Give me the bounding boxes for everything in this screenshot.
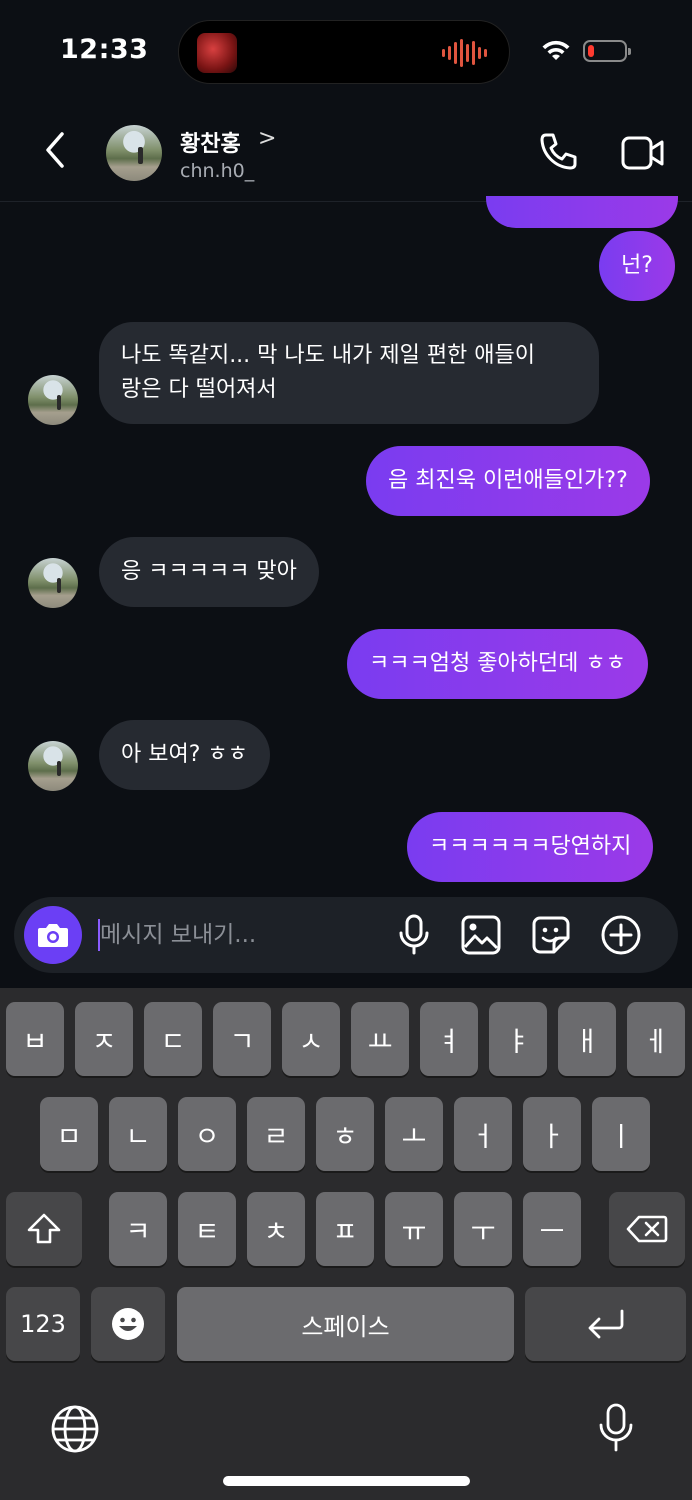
microphone-icon[interactable] xyxy=(396,914,432,956)
back-chevron-icon[interactable] xyxy=(40,130,70,170)
key[interactable]: ㅇ xyxy=(178,1097,236,1171)
status-time: 12:33 xyxy=(60,34,149,65)
key[interactable]: ㅑ xyxy=(489,1002,547,1076)
emoji-icon xyxy=(112,1308,144,1340)
add-circle-icon[interactable] xyxy=(600,914,642,956)
message-text: ㅋㅋㅋ엄청 좋아하던데 ㅎㅎ xyxy=(369,651,626,676)
key[interactable]: ㅗ xyxy=(385,1097,443,1171)
message-text: 응 ㅋㅋㅋㅋㅋ 맞아 xyxy=(121,559,297,584)
key[interactable]: ㄹ xyxy=(247,1097,305,1171)
korean-keyboard: ㅂ ㅈ ㄷ ㄱ ㅅ ㅛ ㅕ ㅑ ㅐ ㅔ ㅁ ㄴ ㅇ ㄹ ㅎ ㅗ ㅓ ㅏ ㅣ ㅋ … xyxy=(0,988,692,1500)
key[interactable]: ㅐ xyxy=(558,1002,616,1076)
backspace-key[interactable] xyxy=(609,1192,685,1266)
contact-handle[interactable]: chn.h0_ xyxy=(180,160,254,182)
message-input[interactable] xyxy=(98,917,378,953)
emoji-key[interactable] xyxy=(91,1287,165,1361)
key[interactable]: ㅠ xyxy=(385,1192,443,1266)
sticker-icon[interactable] xyxy=(530,914,572,956)
message-composer xyxy=(14,897,678,973)
sender-avatar[interactable] xyxy=(28,375,78,425)
key[interactable]: ㅁ xyxy=(40,1097,98,1171)
camera-button[interactable] xyxy=(24,906,82,964)
contact-avatar[interactable] xyxy=(106,125,162,181)
message-text-line: 랑은 다 떨어져서 xyxy=(121,377,277,402)
key[interactable]: ㄱ xyxy=(213,1002,271,1076)
message-outgoing[interactable]: ㅋㅋㅋㅋㅋㅋ당연하지 xyxy=(407,812,654,882)
message-text-line: 나도 똑같지... 막 나도 내가 제일 편한 애들이 xyxy=(121,343,536,368)
message-incoming[interactable]: 응 ㅋㅋㅋㅋㅋ 맞아 xyxy=(99,537,319,607)
backspace-icon xyxy=(626,1215,668,1243)
numbers-key[interactable]: 123 xyxy=(6,1287,80,1361)
key[interactable]: ㅕ xyxy=(420,1002,478,1076)
space-key[interactable]: 스페이스 xyxy=(177,1287,514,1361)
sender-avatar[interactable] xyxy=(28,558,78,608)
key[interactable]: ㅔ xyxy=(627,1002,685,1076)
key[interactable]: ㅛ xyxy=(351,1002,409,1076)
contact-name[interactable]: 황찬홍 xyxy=(180,126,241,158)
key[interactable]: ㅌ xyxy=(178,1192,236,1266)
phone-icon[interactable] xyxy=(536,130,580,174)
globe-icon[interactable] xyxy=(50,1404,100,1454)
dictation-microphone-icon[interactable] xyxy=(596,1402,636,1456)
battery-icon xyxy=(583,40,631,62)
return-key[interactable] xyxy=(525,1287,686,1361)
audio-waveform-icon xyxy=(442,39,487,67)
key[interactable]: ㄷ xyxy=(144,1002,202,1076)
message-text: ㅋㅋㅋㅋㅋㅋ당연하지 xyxy=(429,834,632,859)
key[interactable]: ㄴ xyxy=(109,1097,167,1171)
shift-key[interactable] xyxy=(6,1192,82,1266)
message-outgoing[interactable]: 넌? xyxy=(599,231,675,301)
shift-arrow-icon xyxy=(27,1213,61,1244)
key[interactable]: ㅂ xyxy=(6,1002,64,1076)
message-incoming[interactable]: 나도 똑같지... 막 나도 내가 제일 편한 애들이 랑은 다 떨어져서 xyxy=(99,322,599,424)
key[interactable]: ㅋ xyxy=(109,1192,167,1266)
message-outgoing-partial[interactable] xyxy=(486,196,678,228)
profile-chevron-icon[interactable]: > xyxy=(258,126,276,151)
chat-header: 황찬홍 > chn.h0_ xyxy=(0,100,692,202)
message-outgoing[interactable]: 음 최진욱 이런애들인가?? xyxy=(366,446,650,516)
key[interactable]: ㅊ xyxy=(247,1192,305,1266)
key[interactable]: ㅡ xyxy=(523,1192,581,1266)
key[interactable]: ㅈ xyxy=(75,1002,133,1076)
key[interactable]: ㅣ xyxy=(592,1097,650,1171)
return-arrow-icon xyxy=(588,1309,623,1339)
key[interactable]: ㅜ xyxy=(454,1192,512,1266)
battery-level xyxy=(588,45,594,57)
key[interactable]: ㅍ xyxy=(316,1192,374,1266)
message-text: 음 최진욱 이런애들인가?? xyxy=(388,468,628,493)
message-text: 넌? xyxy=(621,253,653,278)
key[interactable]: ㅅ xyxy=(282,1002,340,1076)
video-call-icon[interactable] xyxy=(620,133,666,173)
message-outgoing[interactable]: ㅋㅋㅋ엄청 좋아하던데 ㅎㅎ xyxy=(347,629,648,699)
wifi-icon xyxy=(542,40,570,60)
message-text: 아 보여? ㅎㅎ xyxy=(121,742,248,767)
sender-avatar[interactable] xyxy=(28,741,78,791)
gallery-icon[interactable] xyxy=(460,914,502,956)
camera-icon xyxy=(38,924,68,947)
key[interactable]: ㅏ xyxy=(523,1097,581,1171)
key[interactable]: ㅎ xyxy=(316,1097,374,1171)
message-incoming[interactable]: 아 보여? ㅎㅎ xyxy=(99,720,270,790)
home-indicator[interactable] xyxy=(223,1476,470,1486)
now-playing-artwork xyxy=(197,33,237,73)
key[interactable]: ㅓ xyxy=(454,1097,512,1171)
dynamic-island[interactable] xyxy=(178,20,510,84)
